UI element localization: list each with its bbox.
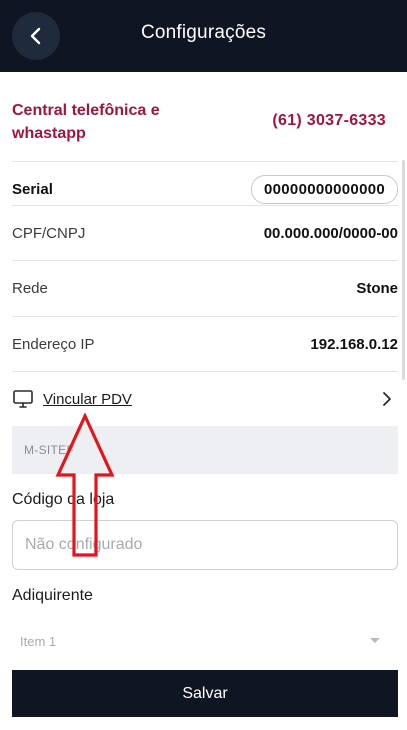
scrollbar[interactable] [402,160,405,380]
page-title: Configurações [140,22,267,43]
rede-value: Stone [356,279,398,297]
cpf-cnpj-row: CPF/CNPJ 00.000.000/0000-00 [12,205,398,260]
rede-row: Rede Stone [12,260,398,315]
save-button[interactable]: Salvar [12,670,398,717]
support-contact: Central telefônica e whastapp (61) 3037-… [12,99,398,149]
vincular-pdv-link[interactable]: Vincular PDV [43,391,132,408]
acquirer-select[interactable]: Item 1 [12,626,398,656]
serial-value: 00000000000000 [251,174,398,204]
app-header: Configurações [0,0,407,72]
serial-label: Serial [12,180,53,198]
chevron-down-icon [370,638,380,643]
monitor-icon [13,390,33,408]
chevron-right-icon [383,392,391,406]
support-phone[interactable]: (61) 3037-6333 [272,112,386,130]
support-label: Central telefônica e whastapp [12,102,160,142]
acquirer-selected-value: Item 1 [20,634,57,649]
rede-label: Rede [12,279,48,297]
cpf-cnpj-label: CPF/CNPJ [12,224,86,242]
cpf-cnpj-value: 00.000.000/0000-00 [263,224,398,242]
ip-row: Endereço IP 192.168.0.12 [12,316,398,371]
acquirer-label: Adiquirente [12,587,93,604]
ip-value: 192.168.0.12 [310,335,398,353]
annotation-arrow [55,413,115,557]
ip-label: Endereço IP [12,335,95,353]
